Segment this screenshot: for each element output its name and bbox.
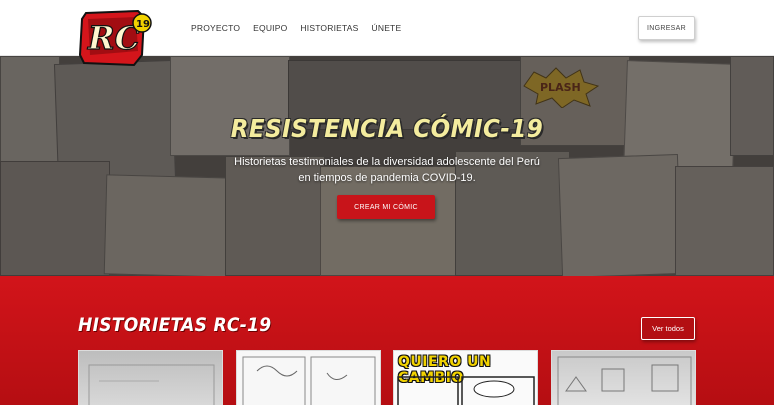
hero-subtitle: Historietas testimoniales de la diversid… [0, 154, 774, 186]
hero-title: RESISTENCIA CÓMIC-19 [230, 114, 544, 143]
see-all-button[interactable]: Ver todos [641, 317, 695, 340]
nav-item-equipo[interactable]: EQUIPO [253, 23, 287, 33]
comic-thumbnail [397, 376, 535, 405]
section-title: HISTORIETAS RC-19 [78, 314, 272, 336]
hero-banner: PLASH RESISTENCIA CÓMIC-19 Historietas t… [0, 56, 774, 276]
comic-thumbnail [557, 356, 692, 405]
comic-card[interactable]: QUIERO UN CAMBIO [393, 350, 538, 405]
nav-item-historietas[interactable]: HISTORIETAS [300, 23, 358, 33]
hero-subtitle-line-2: en tiempos de pandemia COVID-19. [298, 172, 476, 184]
comic-card[interactable] [236, 350, 381, 405]
hero-subtitle-line-1: Historietas testimoniales de la diversid… [234, 156, 540, 168]
comics-section: HISTORIETAS RC-19 Ver todos QUIERO UN CA… [0, 276, 774, 405]
logo-badge: 19 [136, 19, 150, 30]
logo-graphic: RC 19 [78, 9, 152, 67]
comic-thumbnail [88, 364, 215, 405]
comic-card[interactable] [78, 350, 223, 405]
login-button[interactable]: INGRESAR [638, 16, 695, 40]
nav-item-proyecto[interactable]: PROYECTO [191, 23, 240, 33]
create-comic-button[interactable]: CREAR MI CÓMIC [337, 195, 435, 219]
site-header: RC 19 PROYECTO EQUIPO HISTORIETAS ÚNETE … [0, 0, 774, 67]
comic-thumbnail [242, 356, 376, 405]
main-nav: PROYECTO EQUIPO HISTORIETAS ÚNETE [191, 23, 401, 33]
site-logo[interactable]: RC 19 [78, 9, 154, 67]
comic-card[interactable] [551, 350, 696, 405]
nav-item-unete[interactable]: ÚNETE [372, 23, 402, 33]
